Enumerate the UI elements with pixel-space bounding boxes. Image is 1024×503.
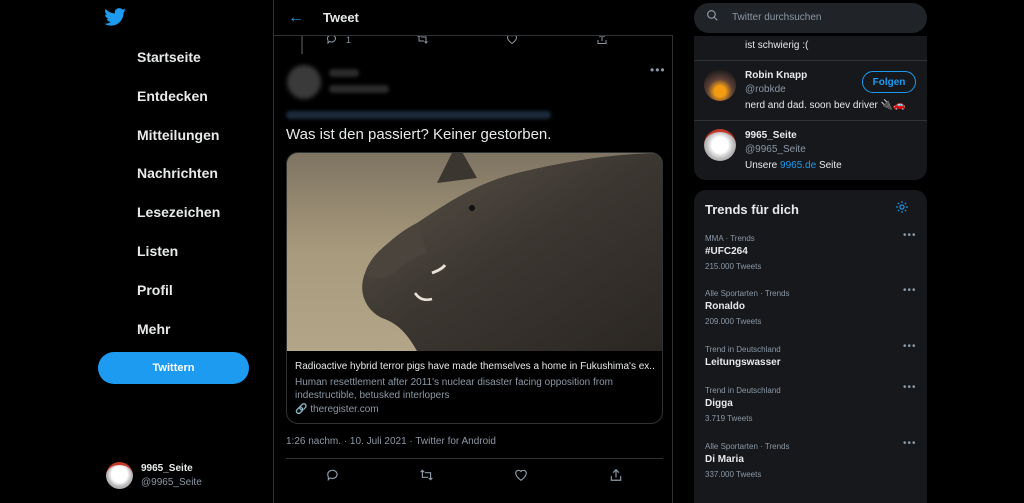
trend-count: 337.000 Tweets (705, 470, 762, 479)
nav-item-entdecken[interactable]: Entdecken (137, 88, 208, 104)
more-icon[interactable]: ••• (903, 382, 917, 393)
trend-context: Trend in Deutschland (705, 386, 781, 395)
trend-item[interactable]: Trend in Deutschland Digga 3.719 Tweets … (694, 382, 927, 441)
trend-context: MMA · Trends (705, 234, 755, 243)
trend-count: 215.000 Tweets (705, 262, 762, 271)
avatar[interactable] (704, 129, 736, 161)
trend-count: 209.000 Tweets (705, 317, 762, 326)
avatar[interactable] (704, 69, 736, 101)
nav-item-listen[interactable]: Listen (137, 243, 178, 259)
trend-context: Trend in Deutschland (705, 345, 781, 354)
nav-item-nachrichten[interactable]: Nachrichten (137, 165, 218, 181)
who-to-follow-panel: ist schwierig :( Robin Knapp @robkde ner… (694, 36, 927, 180)
trend-context: Alle Sportarten · Trends (705, 289, 790, 298)
card-title: Radioactive hybrid terror pigs have made… (295, 361, 655, 372)
trend-name: #UFC264 (705, 246, 748, 257)
like-icon[interactable] (514, 468, 528, 482)
search-bar[interactable]: Twitter durchsuchen (694, 3, 927, 33)
nav-item-startseite[interactable]: Startseite (137, 49, 201, 65)
main-column: 1 ← Tweet ••• Was ist den passiert? Kein… (273, 0, 673, 503)
user-name[interactable]: Robin Knapp (745, 70, 807, 81)
share-icon[interactable] (609, 468, 623, 482)
twitter-logo-icon[interactable] (104, 8, 126, 26)
bio-suffix: Seite (816, 160, 842, 171)
partial-bio: ist schwierig :( (745, 40, 809, 51)
card-domain-text: theregister.com (310, 404, 379, 415)
divider (286, 458, 663, 459)
card-image (287, 153, 662, 351)
user-name[interactable]: 9965_Seite (745, 130, 797, 141)
trend-item[interactable]: Alle Sportarten · Trends Di Maria 337.00… (694, 438, 927, 497)
tweet-actions (274, 466, 673, 486)
page-title: Tweet (323, 10, 359, 25)
retweet-icon[interactable] (419, 468, 434, 482)
replying-to (286, 111, 551, 119)
link-icon: 🔗 (295, 404, 308, 415)
nav-item-profil[interactable]: Profil (137, 282, 173, 298)
author-name[interactable] (329, 69, 359, 77)
user-bio: Unsere 9965.de Seite (745, 160, 842, 171)
more-icon[interactable]: ••• (903, 438, 917, 449)
right-sidebar: ist schwierig :( Robin Knapp @robkde ner… (694, 0, 928, 503)
trend-name: Leitungswasser (705, 357, 781, 368)
user-row-robin-knapp[interactable]: Robin Knapp @robkde nerd and dad. soon b… (694, 60, 927, 120)
bio-link[interactable]: 9965.de (780, 160, 816, 171)
author-handle (329, 85, 389, 93)
account-name: 9965_Seite (141, 463, 193, 474)
tweet-button[interactable]: Twittern (98, 352, 249, 384)
thread-line (301, 36, 303, 54)
account-switcher[interactable]: 9965_Seite @9965_Seite (106, 460, 266, 490)
user-handle: @9965_Seite (745, 144, 806, 155)
trend-context: Alle Sportarten · Trends (705, 442, 790, 451)
account-handle: @9965_Seite (141, 477, 202, 488)
reply-count: 1 (346, 35, 352, 45)
search-icon (707, 10, 718, 21)
user-bio: nerd and dad. soon bev driver 🔌🚗 (745, 100, 906, 111)
more-icon[interactable]: ••• (903, 285, 917, 296)
nav-item-lesezeichen[interactable]: Lesezeichen (137, 204, 220, 220)
trend-name: Ronaldo (705, 301, 745, 312)
author-avatar[interactable] (287, 65, 321, 99)
back-arrow-icon[interactable]: ← (288, 9, 304, 27)
trend-item[interactable]: MMA · Trends #UFC264 215.000 Tweets ••• (694, 230, 927, 289)
more-icon[interactable]: ••• (903, 230, 917, 241)
search-input[interactable]: Twitter durchsuchen (732, 12, 822, 23)
avatar (106, 462, 133, 489)
trend-count: 3.719 Tweets (705, 414, 753, 423)
card-description: Human resettlement after 2011's nuclear … (295, 377, 613, 401)
follow-button[interactable]: Folgen (862, 71, 916, 93)
reply-icon[interactable] (326, 468, 340, 482)
more-icon[interactable]: ••• (650, 63, 666, 77)
trend-name: Di Maria (705, 454, 744, 465)
trends-title: Trends für dich (705, 202, 799, 217)
nav-item-mehr[interactable]: Mehr (137, 321, 170, 337)
more-icon[interactable]: ••• (903, 341, 917, 352)
user-handle: @robkde (745, 84, 786, 95)
tweet-text: Was ist den passiert? Keiner gestorben. (286, 126, 552, 143)
gear-icon[interactable] (895, 200, 909, 214)
nav-item-mitteilungen[interactable]: Mitteilungen (137, 127, 219, 143)
bio-prefix: Unsere (745, 160, 781, 171)
link-card[interactable]: Radioactive hybrid terror pigs have made… (286, 152, 663, 424)
tweet-meta: 1:26 nachm. · 10. Juli 2021 · Twitter fo… (286, 436, 496, 447)
left-navigation: Startseite Entdecken Mitteilungen Nachri… (0, 0, 273, 503)
trend-name: Digga (705, 398, 733, 409)
trend-item[interactable]: Alle Sportarten · Trends Ronaldo 209.000… (694, 285, 927, 344)
user-row-9965-seite[interactable]: 9965_Seite @9965_Seite Unsere 9965.de Se… (694, 120, 927, 180)
trends-panel: Trends für dich MMA · Trends #UFC264 215… (694, 190, 927, 503)
header: ← Tweet (274, 0, 673, 36)
card-domain: 🔗 theregister.com (295, 404, 379, 415)
